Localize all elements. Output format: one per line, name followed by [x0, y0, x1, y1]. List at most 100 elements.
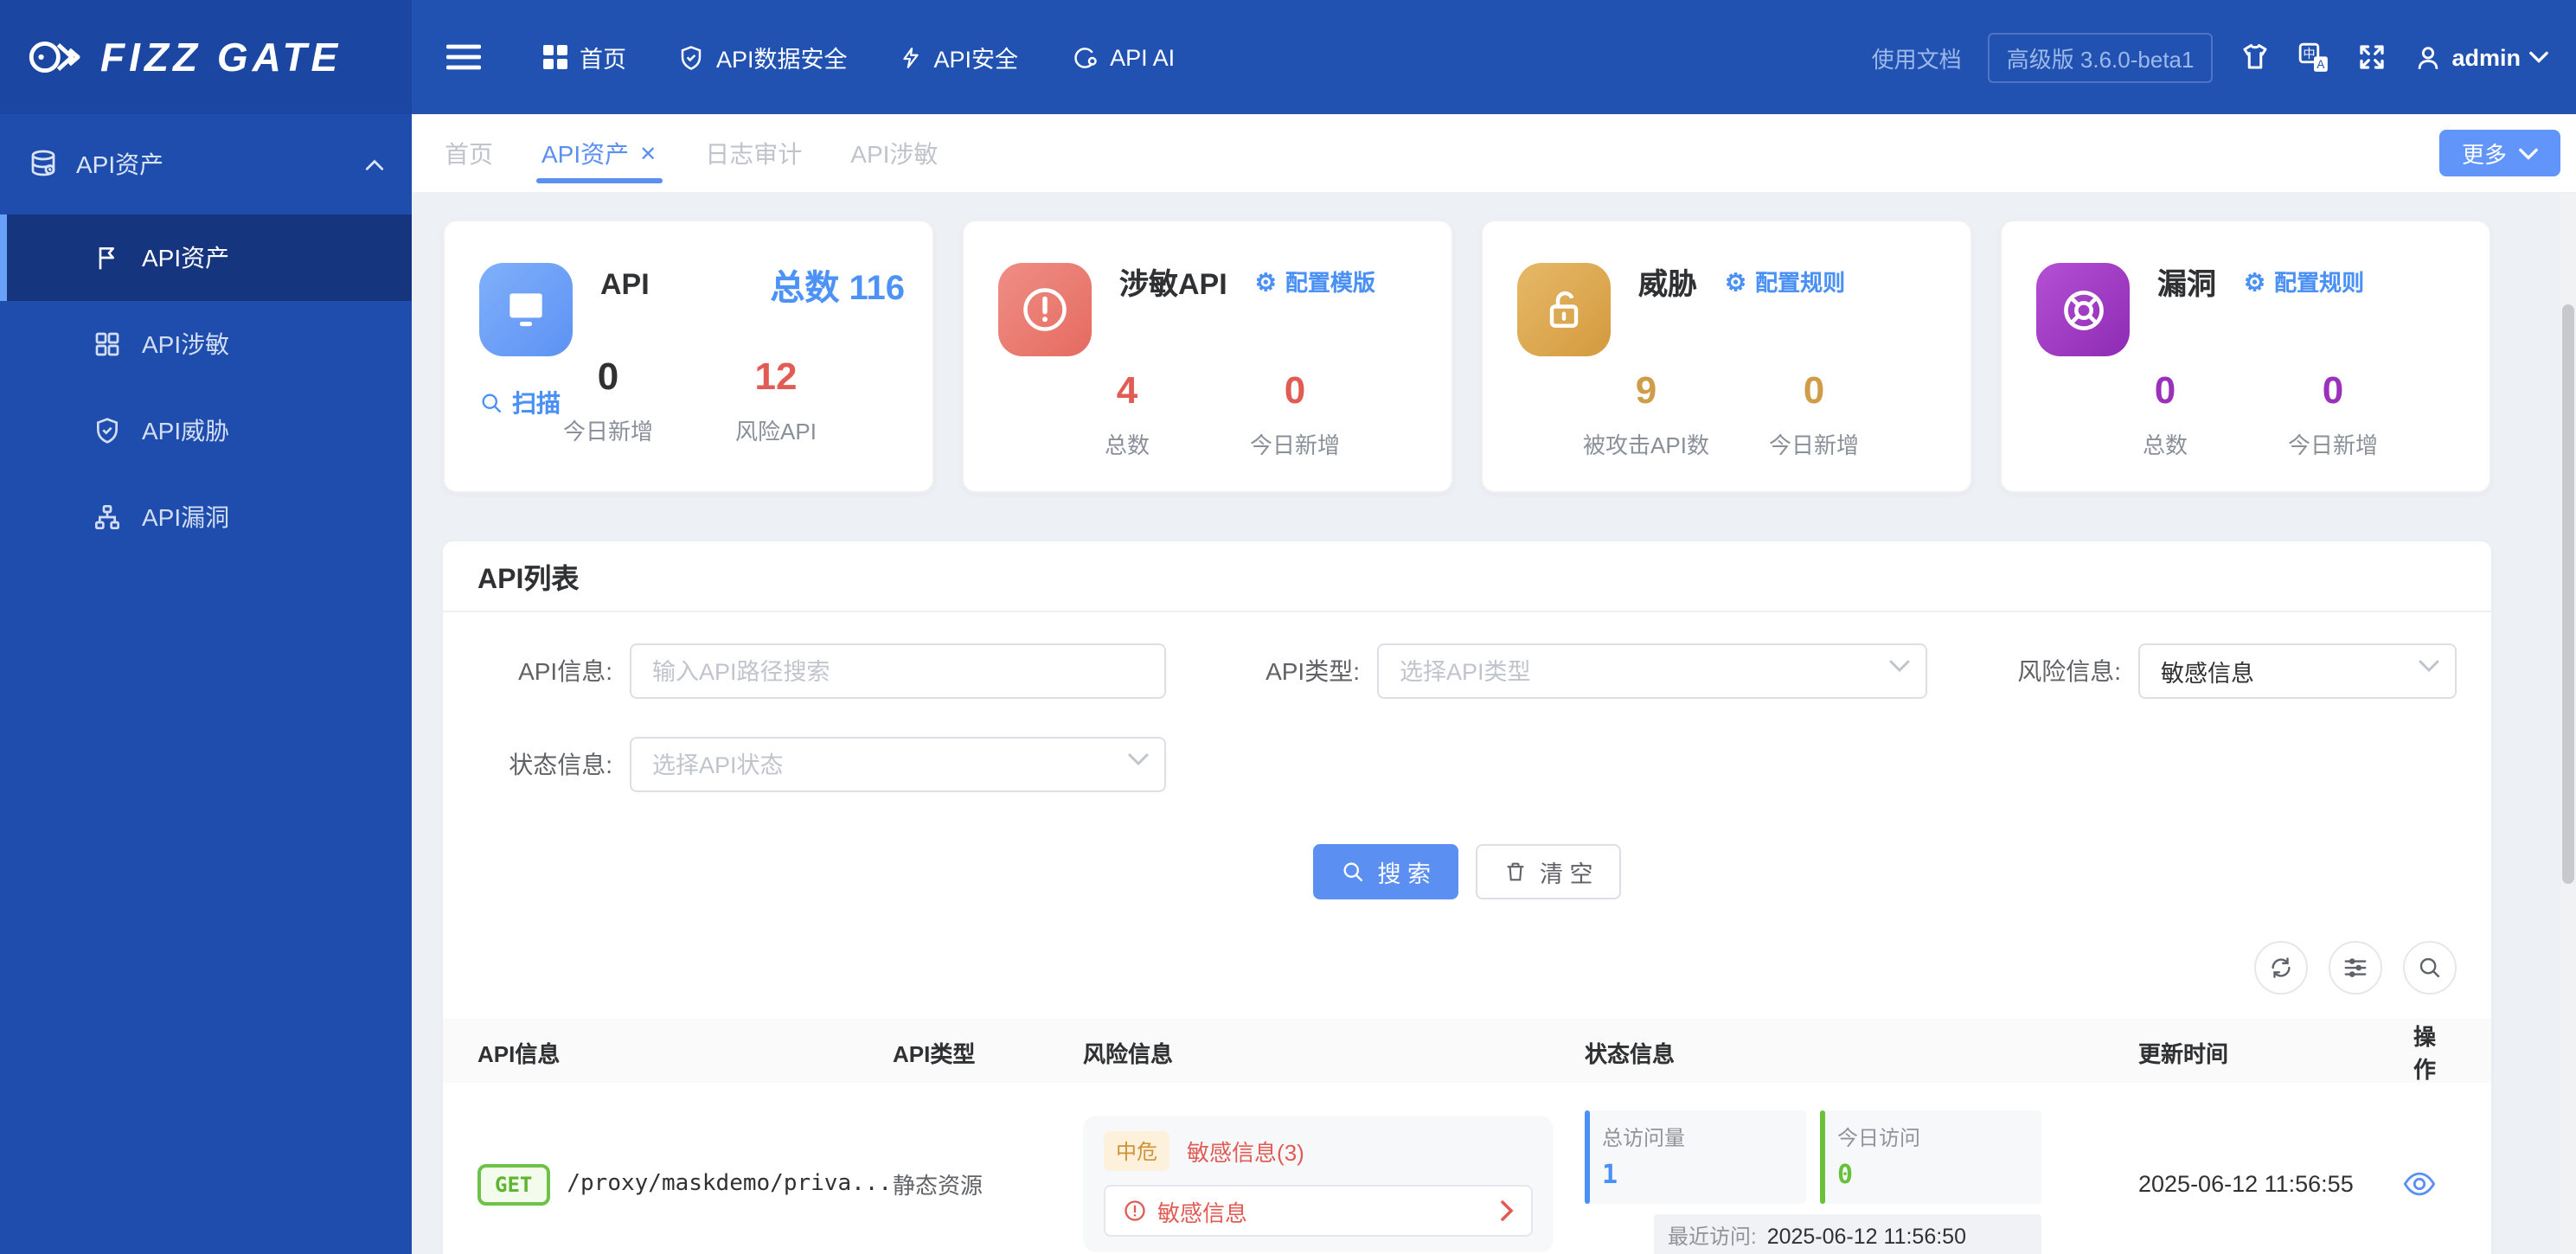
nav-item-home[interactable]: 首页	[543, 40, 626, 74]
ai-icon	[1070, 44, 1098, 70]
sidebar-item-label: API漏洞	[142, 503, 230, 531]
warning-circle-icon	[1125, 1200, 1145, 1221]
nav-item-api-data-security[interactable]: API数据安全	[678, 40, 848, 74]
risk-info-select[interactable]	[2138, 643, 2457, 699]
tab-home[interactable]: 首页	[439, 114, 498, 192]
hamburger-menu-icon[interactable]	[446, 43, 481, 71]
eye-icon	[2403, 1172, 2436, 1196]
fullscreen-icon[interactable]	[2356, 42, 2387, 73]
nav-item-api-ai[interactable]: API AI	[1070, 44, 1175, 70]
tab-api-assets[interactable]: API资产 ✕	[536, 114, 662, 192]
tab-api-sensitive[interactable]: API涉敏	[845, 114, 943, 192]
theme-skin-icon[interactable]	[2239, 42, 2272, 73]
nav-item-label: API安全	[933, 47, 1019, 73]
stat-card-sensitive-api: 涉敏API ⚙ 配置模版 4 总数 0 今日新增	[962, 220, 1453, 493]
sensitive-info-expander[interactable]: 敏感信息	[1104, 1185, 1533, 1237]
scan-link-label: 扫描	[512, 389, 561, 417]
stat-card-api: API 总数 116 扫描 0 今日新增 12 风险API	[443, 220, 934, 493]
scan-link[interactable]: 扫描	[479, 386, 561, 420]
chevron-down-icon	[2519, 147, 2538, 159]
nav-item-label: API数据安全	[716, 47, 848, 73]
tab-label: 日志审计	[705, 139, 803, 167]
search-icon	[2419, 957, 2440, 978]
svg-text:A: A	[2317, 57, 2325, 70]
filter-label-api-info: API信息:	[518, 657, 612, 685]
metric-total: 4 总数	[1104, 368, 1150, 458]
chevron-down-icon	[2529, 50, 2548, 64]
trash-icon	[1507, 862, 1524, 881]
monitor-icon	[479, 263, 573, 356]
chevron-right-icon	[1500, 1200, 1514, 1221]
sidebar-item-label: API涉敏	[142, 330, 230, 358]
today-visits-card: 今日访问 0	[1820, 1110, 2041, 1204]
content-area: API 总数 116 扫描 0 今日新增 12 风险API 涉敏API ⚙ 配置…	[412, 194, 2576, 1254]
vertical-scrollbar[interactable]	[2560, 194, 2576, 1254]
filter-label-status-info: 状态信息:	[509, 751, 612, 778]
sitemap-icon	[93, 503, 121, 531]
sidebar-item-api-assets[interactable]: API资产	[0, 214, 412, 301]
sidebar-group-label: API资产	[76, 150, 164, 178]
version-badge[interactable]: 高级版 3.6.0-beta1	[1987, 32, 2214, 82]
clear-button[interactable]: 清 空	[1476, 844, 1621, 899]
view-detail-button[interactable]	[2403, 1171, 2436, 1197]
api-type-select[interactable]	[1377, 643, 1927, 699]
navbar-main: 首页 API数据安全 API安全 API AI 使用文档 高级版 3.6.0-b…	[412, 0, 2576, 114]
database-icon	[28, 149, 59, 180]
tab-label: 首页	[445, 139, 493, 167]
sidebar-group-api-assets[interactable]: API资产	[0, 114, 412, 214]
unlock-icon	[1517, 263, 1611, 356]
translate-icon[interactable]: 中 A	[2297, 41, 2330, 74]
nav-item-api-security[interactable]: API安全	[900, 40, 1019, 74]
fish-logo-icon	[28, 35, 87, 80]
tab-label: API资产	[541, 139, 630, 167]
shield-check-icon	[678, 44, 704, 70]
clear-button-label: 清 空	[1540, 861, 1593, 887]
stat-card-vulnerabilities: 漏洞 ⚙ 配置规则 0 总数 0 今日新增	[2000, 220, 2491, 493]
sliders-icon	[2344, 958, 2367, 977]
scrollbar-thumb[interactable]	[2562, 304, 2574, 884]
api-status-select[interactable]	[630, 737, 1166, 792]
metric-today-new: 0 今日新增	[1768, 368, 1859, 458]
sidebar: API资产 API资产 API涉敏 API威胁 API漏洞	[0, 114, 412, 1254]
card-title: 涉敏API	[1119, 268, 1227, 301]
sidebar-item-api-sensitive[interactable]: API涉敏	[0, 301, 412, 387]
user-menu[interactable]: admin	[2413, 42, 2548, 72]
more-button[interactable]: 更多	[2438, 130, 2560, 176]
card-link-label: 配置规则	[1755, 270, 1846, 296]
sidebar-item-api-threats[interactable]: API威胁	[0, 387, 412, 474]
lifebuoy-icon	[2036, 263, 2130, 356]
table-search-button[interactable]	[2403, 941, 2457, 995]
more-button-label: 更多	[2461, 142, 2507, 168]
card-title: API	[600, 267, 650, 300]
risk-level-badge: 中危	[1104, 1131, 1170, 1171]
docs-link[interactable]: 使用文档	[1872, 41, 1962, 74]
sidebar-item-api-vulnerabilities[interactable]: API漏洞	[0, 474, 412, 560]
sidebar-item-label: API资产	[142, 244, 230, 272]
api-path: /proxy/maskdemo/priva...	[567, 1171, 893, 1197]
column-header-status-info: 状态信息	[1585, 1040, 1676, 1066]
tab-log-audit[interactable]: 日志审计	[700, 114, 807, 192]
panel-title: API列表	[477, 566, 580, 595]
refresh-button[interactable]	[2254, 941, 2308, 995]
configure-rules-link[interactable]: ⚙ 配置规则	[2244, 265, 2364, 298]
user-icon	[2413, 42, 2443, 72]
configure-template-link[interactable]: ⚙ 配置模版	[1255, 265, 1375, 298]
logo[interactable]: FIZZ GATE	[0, 0, 412, 114]
metric-today-new: 0 今日新增	[2287, 368, 2378, 458]
username: admin	[2451, 44, 2521, 70]
configure-rules-link[interactable]: ⚙ 配置规则	[1725, 265, 1845, 298]
api-info-input[interactable]	[630, 643, 1166, 699]
column-header-api-type: API类型	[893, 1040, 976, 1066]
tab-label: API涉敏	[850, 139, 939, 167]
svg-text:中: 中	[2304, 46, 2316, 61]
close-icon[interactable]: ✕	[639, 141, 657, 165]
grid-icon	[543, 45, 567, 69]
search-button[interactable]: 搜 索	[1313, 844, 1458, 899]
api-table: API信息 API类型 风险信息 状态信息 更新时间 操作 GET /proxy…	[443, 1019, 2491, 1254]
updated-at: 2025-06-12 11:56:55	[2138, 1171, 2354, 1197]
http-method-badge: GET	[477, 1163, 550, 1205]
column-header-api-info: API信息	[477, 1040, 561, 1066]
table-row: GET /proxy/maskdemo/priva... 静态资源 中危 敏感信…	[443, 1083, 2491, 1254]
metric-today-new: 0 今日新增	[1249, 368, 1340, 458]
column-settings-button[interactable]	[2329, 941, 2382, 995]
